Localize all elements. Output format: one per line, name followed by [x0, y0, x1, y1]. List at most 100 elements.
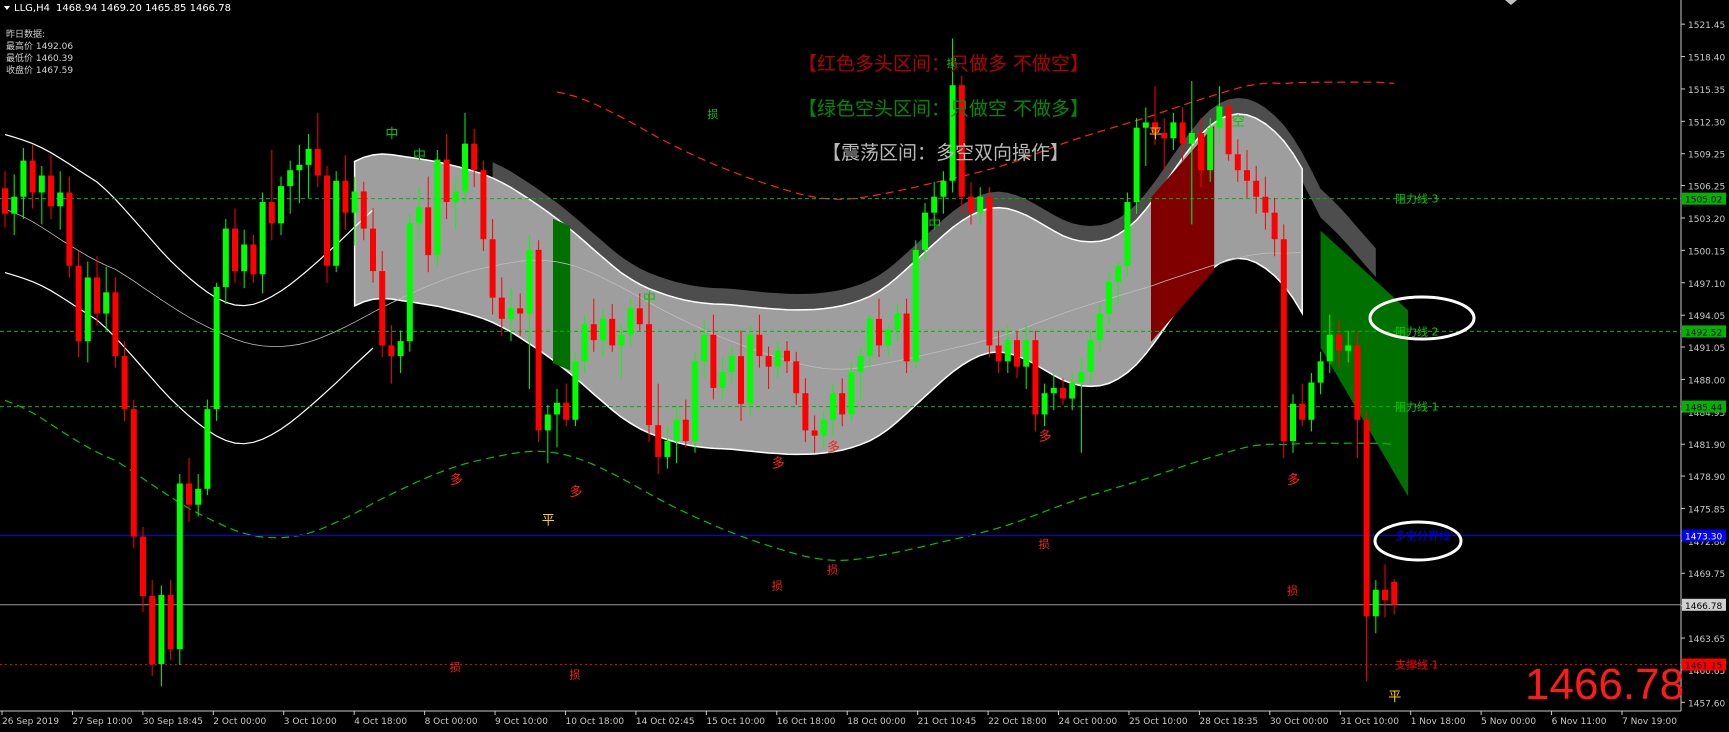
candle-body-31: [287, 170, 294, 187]
current-price-large: 1466.78: [1525, 660, 1684, 709]
x-tick-label-1: 27 Sep 10:00: [72, 717, 132, 727]
candle-body-37: [342, 180, 349, 213]
signal-8: 平: [1388, 690, 1401, 705]
y-tick-label-4: 1509.25: [1688, 151, 1725, 161]
candle-body-8: [75, 265, 82, 342]
y-tick-label-8: 1497.10: [1688, 280, 1725, 290]
x-tick-label-0: 26 Sep 2019: [2, 717, 59, 727]
candle-body-15: [140, 536, 146, 597]
candle-body-151: [1391, 581, 1398, 605]
candle-body-128: [1179, 122, 1186, 144]
candle-body-73: [673, 419, 680, 442]
signal-19: 损: [827, 562, 838, 576]
x-tick-label-7: 9 Oct 10:00: [495, 717, 548, 727]
candle-body-6: [57, 192, 64, 207]
candle-body-118: [1087, 340, 1094, 372]
y-tick-label-15: 1475.85: [1688, 505, 1725, 515]
candle-body-79: [728, 356, 735, 372]
candle-body-5: [48, 175, 54, 207]
candle-body-139: [1280, 239, 1287, 442]
candle-body-26: [241, 244, 248, 272]
signal-16: 损: [450, 660, 461, 674]
candle-body-27: [250, 244, 257, 275]
info-high: 最高价 1492.06: [6, 40, 73, 52]
candle-body-148: [1363, 419, 1370, 617]
signal-5: 多: [1287, 472, 1300, 488]
signal-2: 多: [772, 455, 785, 471]
candle-body-41: [379, 271, 386, 346]
candle-body-35: [324, 175, 330, 266]
candle-body-21: [195, 488, 202, 505]
y-tick-label-17: 1469.75: [1688, 570, 1725, 580]
signal-1: 多: [569, 484, 582, 500]
level-tag-text-1: 1492.52: [1685, 328, 1722, 338]
candle-body-132: [1216, 106, 1223, 128]
candle-body-126: [1161, 133, 1168, 139]
candle-body-44: [406, 223, 413, 342]
candle-body-107: [986, 196, 993, 346]
candle-body-121: [1115, 265, 1122, 282]
x-tick-label-19: 31 Oct 10:00: [1340, 717, 1399, 727]
candle-body-141: [1299, 403, 1306, 420]
candle-body-123: [1133, 127, 1140, 203]
level-name-2: 阻力线 1: [1395, 400, 1439, 414]
ohlc-readout: 1468.94 1469.20 1465.85 1466.78: [56, 3, 231, 14]
level-name-0: 阻力线 3: [1395, 192, 1439, 206]
candle-body-86: [793, 361, 800, 394]
candle-body-57: [526, 249, 533, 314]
candle-body-129: [1188, 133, 1195, 144]
candle-body-64: [590, 324, 597, 341]
candle-body-146: [1345, 345, 1352, 351]
x-tick-label-14: 22 Oct 18:00: [988, 717, 1047, 727]
candle-body-117: [1078, 371, 1085, 383]
candle-body-89: [820, 419, 827, 436]
y-tick-label-1: 1518.40: [1688, 54, 1725, 64]
x-tick-label-6: 8 Oct 00:00: [425, 717, 478, 727]
candle-body-137: [1262, 196, 1269, 213]
x-tick-label-10: 15 Oct 10:00: [706, 717, 765, 727]
candle-body-111: [1023, 340, 1030, 367]
candle-body-32: [296, 164, 303, 171]
candle-body-39: [360, 191, 367, 229]
candle-body-135: [1244, 170, 1250, 181]
candle-body-19: [176, 483, 183, 650]
signal-7: 平: [1149, 127, 1162, 142]
candle-body-25: [232, 228, 238, 272]
x-tick-label-5: 4 Oct 18:00: [354, 717, 407, 727]
signal-6: 平: [542, 514, 555, 529]
candle-body-1: [11, 196, 18, 214]
candle-body-48: [443, 159, 450, 203]
signal-17: 损: [569, 668, 580, 682]
candle-body-105: [968, 196, 974, 213]
y-tick-label-9: 1494.05: [1688, 312, 1725, 322]
price-chart[interactable]: 阻力线 3阻力线 2阻力线 1多空分界线支撑线 1 多多多多多多平平平中中中中空…: [0, 0, 1729, 732]
signal-18: 损: [772, 578, 783, 592]
candle-body-60: [554, 402, 560, 415]
candle-body-10: [94, 277, 100, 314]
candle-body-53: [489, 239, 496, 298]
candle-body-133: [1225, 106, 1232, 155]
candle-body-29: [268, 202, 275, 224]
candle-body-145: [1336, 334, 1342, 351]
signal-3: 多: [827, 439, 840, 455]
candle-body-108: [995, 345, 1002, 362]
candle-body-62: [572, 361, 579, 420]
x-tick-label-8: 10 Oct 18:00: [565, 717, 624, 727]
candle-body-47: [434, 159, 441, 256]
candle-body-147: [1354, 345, 1361, 420]
info-low: 最低价 1460.39: [6, 52, 73, 64]
candle-body-75: [692, 361, 698, 442]
candle-body-106: [977, 196, 984, 213]
x-tick-label-23: 7 Nov 19:00: [1622, 717, 1677, 727]
candle-body-61: [563, 402, 570, 420]
signal-13: 空: [1232, 114, 1245, 129]
candle-body-4: [38, 175, 45, 193]
candle-body-124: [1142, 122, 1149, 128]
level-tag-text-3: 1473.30: [1685, 533, 1722, 543]
candle-body-100: [922, 212, 928, 250]
candle-body-140: [1290, 403, 1296, 442]
y-tick-label-19: 1463.65: [1688, 635, 1725, 645]
candle-body-101: [931, 196, 938, 213]
candle-body-49: [452, 191, 459, 203]
zone-green-0: [553, 218, 571, 371]
